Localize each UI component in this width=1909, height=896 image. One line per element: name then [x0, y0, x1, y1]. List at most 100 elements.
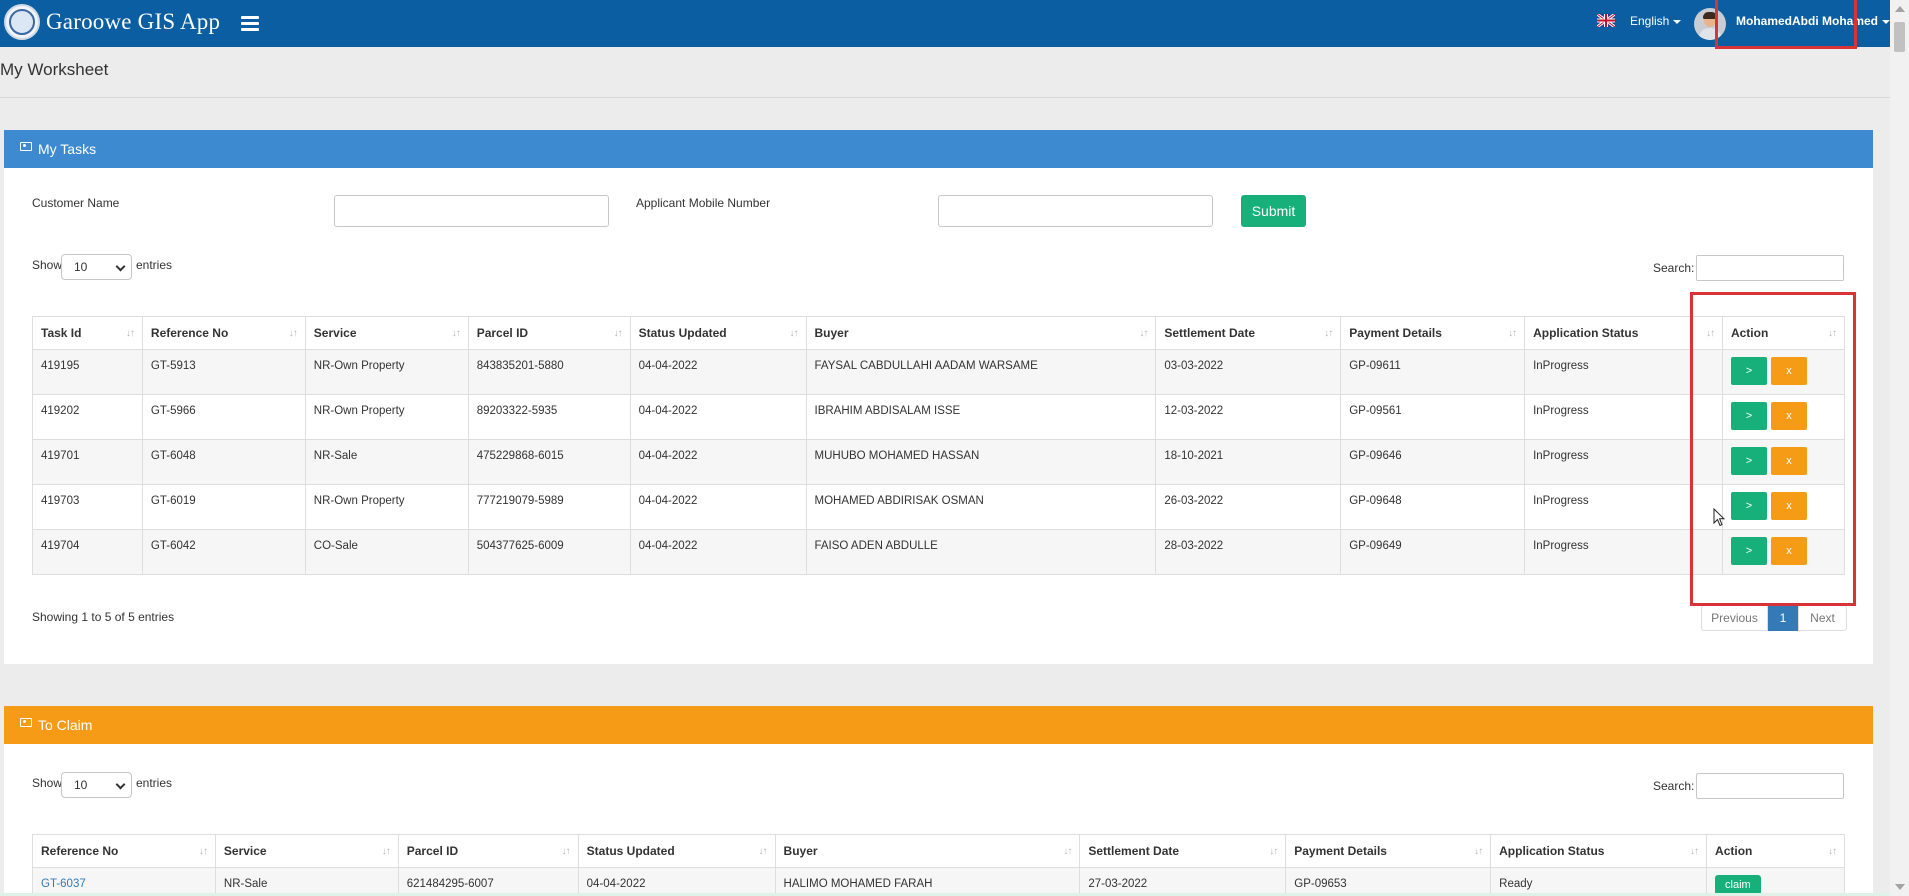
sort-icon: ↓↑: [198, 846, 208, 857]
entries-label: entries: [136, 258, 173, 272]
reference-cell: GT-6042: [141, 529, 306, 575]
claim-button[interactable]: claim: [1715, 875, 1761, 895]
task-id-cell: 419704: [32, 529, 143, 575]
status-updated-cell: 04-04-2022: [629, 484, 807, 530]
col-status-updated[interactable]: Status Updated ↓↑: [577, 834, 776, 868]
language-dropdown[interactable]: English: [1630, 14, 1682, 28]
reference-cell: GT-6048: [141, 439, 306, 485]
task-id-cell: 419703: [32, 484, 143, 530]
sort-icon: ↓↑: [451, 328, 461, 339]
col-parcel-id[interactable]: Parcel ID ↓↑: [397, 834, 579, 868]
vertical-scrollbar[interactable]: [1890, 0, 1909, 896]
reference-cell: GT-5966: [141, 394, 306, 440]
settlement-date-cell: 12-03-2022: [1155, 394, 1342, 440]
mobile-number-input[interactable]: [938, 195, 1213, 227]
sort-icon: ↓↑: [1474, 846, 1483, 857]
col-task-id[interactable]: Task Id ↓↑: [32, 316, 143, 350]
submit-button[interactable]: Submit: [1241, 195, 1306, 227]
col-parcel-id[interactable]: Parcel ID ↓↑: [467, 316, 631, 350]
customer-name-label: Customer Name: [32, 196, 120, 210]
language-label: English: [1630, 14, 1670, 28]
col-settlement-date[interactable]: Settlement Date ↓↑: [1155, 316, 1342, 350]
reference-cell: GT-6019: [141, 484, 306, 530]
sort-icon: ↓↑: [1324, 328, 1333, 339]
sort-icon: ↓↑: [1508, 328, 1517, 339]
parcel-cell: 475229868-6015: [467, 439, 631, 485]
service-cell: NR-Sale: [304, 439, 469, 485]
settlement-date-cell: 03-03-2022: [1155, 349, 1342, 395]
claim-table-header: Reference No ↓↑ Service ↓↑ Parcel ID ↓↑ Sta…: [32, 834, 1845, 868]
payment-cell: GP-09611: [1340, 349, 1526, 395]
settlement-date-cell: 28-03-2022: [1155, 529, 1342, 575]
parcel-cell: 843835201-5880: [467, 349, 631, 395]
previous-page-button[interactable]: Previous: [1701, 605, 1768, 631]
service-cell: NR-Own Property: [304, 349, 469, 395]
chevron-down-icon: [115, 261, 126, 272]
service-cell: NR-Own Property: [304, 394, 469, 440]
scroll-thumb[interactable]: [1894, 22, 1905, 52]
brand[interactable]: Garoowe GIS App: [4, 4, 220, 40]
buyer-cell: IBRAHIM ABDISALAM ISSE: [805, 394, 1157, 440]
reference-link[interactable]: GT-6037: [32, 867, 216, 896]
col-settlement-date[interactable]: Settlement Date ↓↑: [1079, 834, 1287, 868]
to-claim-title: To Claim: [38, 717, 93, 733]
sort-icon: ↓↑: [1139, 328, 1148, 339]
page-size-value: 10: [74, 778, 88, 792]
page-size-select[interactable]: 10: [61, 254, 132, 280]
col-application-status[interactable]: Application Status ↓↑: [1490, 834, 1708, 868]
service-cell: NR-Sale: [214, 867, 399, 896]
col-buyer[interactable]: Buyer ↓↑: [774, 834, 1081, 868]
payment-cell: GP-09646: [1340, 439, 1526, 485]
status-updated-cell: 04-04-2022: [629, 349, 807, 395]
task-id-cell: 419195: [32, 349, 143, 395]
claim-table: Reference No ↓↑ Service ↓↑ Parcel ID ↓↑ Sta…: [32, 834, 1845, 896]
col-service[interactable]: Service ↓↑: [214, 834, 399, 868]
col-service[interactable]: Service ↓↑: [304, 316, 469, 350]
scroll-up-icon[interactable]: [1895, 6, 1905, 12]
settlement-date-cell: 18-10-2021: [1155, 439, 1342, 485]
col-status-updated[interactable]: Status Updated ↓↑: [629, 316, 807, 350]
table-row: 419202 GT-5966 NR-Own Property 89203322-…: [32, 394, 1846, 440]
sort-icon: ↓↑: [758, 846, 768, 857]
next-page-button[interactable]: Next: [1798, 605, 1847, 631]
parcel-cell: 777219079-5989: [467, 484, 631, 530]
col-buyer[interactable]: Buyer ↓↑: [805, 316, 1157, 350]
payment-cell: GP-09648: [1340, 484, 1526, 530]
to-claim-header: To Claim: [4, 706, 1873, 744]
payment-cell: GP-09653: [1285, 867, 1492, 896]
col-payment-details[interactable]: Payment Details ↓↑: [1285, 834, 1492, 868]
task-id-cell: 419202: [32, 394, 143, 440]
status-updated-cell: 04-04-2022: [577, 867, 776, 896]
page-1-button[interactable]: 1: [1768, 605, 1798, 631]
settlement-date-cell: 27-03-2022: [1079, 867, 1287, 896]
action-cell: claim: [1706, 867, 1845, 896]
col-payment-details[interactable]: Payment Details ↓↑: [1340, 316, 1526, 350]
scroll-down-icon[interactable]: [1895, 884, 1905, 890]
col-reference-no[interactable]: Reference No ↓↑: [32, 834, 216, 868]
top-navbar: Garoowe GIS App English MohamedAbdi Moha…: [0, 0, 1891, 47]
claim-search-input[interactable]: [1696, 773, 1844, 799]
buyer-cell: FAYSAL CABDULLAHI AADAM WARSAME: [805, 349, 1157, 395]
app-logo: [4, 4, 40, 40]
col-action[interactable]: Action ↓↑: [1706, 834, 1845, 868]
col-reference-no[interactable]: Reference No ↓↑: [141, 316, 306, 350]
table-row: 419704 GT-6042 CO-Sale 504377625-6009 04…: [32, 529, 1846, 575]
application-status-cell: Ready: [1490, 867, 1708, 896]
sort-icon: ↓↑: [1690, 846, 1699, 857]
menu-toggle-icon[interactable]: [241, 16, 259, 34]
table-row: 419195 GT-5913 NR-Own Property 843835201…: [32, 349, 1846, 395]
service-cell: CO-Sale: [304, 529, 469, 575]
payment-cell: GP-09561: [1340, 394, 1526, 440]
reference-cell: GT-5913: [141, 349, 306, 395]
buyer-cell: HALIMO MOHAMED FARAH: [774, 867, 1081, 896]
user-menu-highlight: [1715, 0, 1857, 49]
show-label: Show: [32, 258, 63, 272]
table-row: GT-6037 NR-Sale 621484295-6007 04-04-202…: [32, 867, 1845, 896]
page-size-select[interactable]: 10: [61, 772, 132, 798]
tasks-search-input[interactable]: [1696, 255, 1844, 281]
my-tasks-panel: My Tasks Customer Name Applicant Mobile …: [4, 130, 1873, 664]
status-updated-cell: 04-04-2022: [629, 529, 807, 575]
page-size-value: 10: [74, 260, 88, 274]
customer-name-input[interactable]: [334, 195, 609, 227]
buyer-cell: FAISO ADEN ABDULLE: [805, 529, 1157, 575]
